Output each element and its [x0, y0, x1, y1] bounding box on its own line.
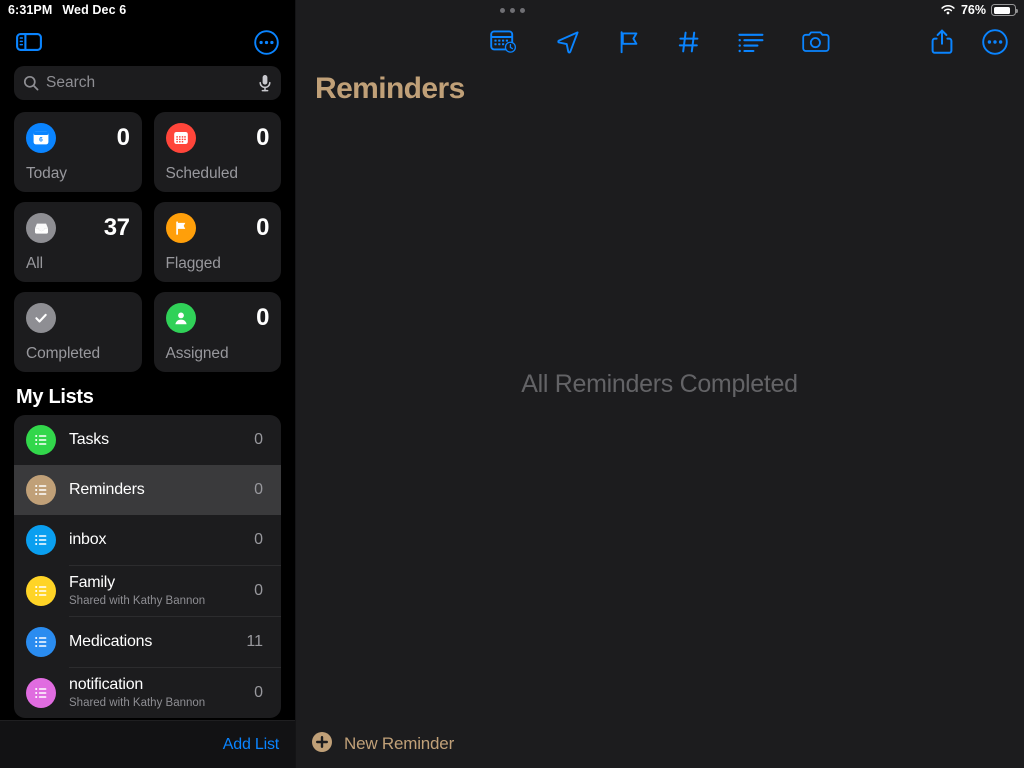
search-placeholder: Search: [46, 74, 96, 91]
list-bullet-icon: [26, 678, 56, 708]
flag-icon: [165, 213, 196, 243]
smart-list-count: 0: [256, 304, 269, 331]
main-content: Reminders All Reminders Completed New Re…: [295, 0, 1024, 768]
new-reminder-label[interactable]: New Reminder: [344, 734, 454, 754]
sidebar: Search 6 0 Today 0 Scheduled 37 All 0 Fl…: [0, 0, 295, 768]
list-item-medications[interactable]: Medications 11: [14, 617, 281, 667]
list-item-count: 0: [254, 582, 263, 599]
plus-circle-icon[interactable]: [311, 731, 333, 758]
list-bullet-icon: [26, 525, 56, 555]
list-bullet-icon: [26, 425, 56, 455]
list-item-reminders[interactable]: Reminders 0: [14, 465, 281, 515]
today-calendar-icon: 6: [26, 123, 56, 153]
smart-list-count: 0: [116, 124, 130, 151]
sidebar-more-options-icon[interactable]: [254, 29, 279, 55]
list-bullet-icon: [26, 576, 56, 606]
sidebar-divider: [295, 0, 296, 768]
list-bullet-icon: [26, 475, 56, 505]
checkmark-icon: [26, 303, 56, 333]
smart-list-label: Today: [26, 165, 67, 182]
smart-list-label: Scheduled: [165, 165, 238, 182]
list-item-count: 0: [254, 431, 263, 448]
list-item-count: 0: [254, 684, 263, 701]
smart-list-flagged[interactable]: 0 Flagged: [153, 202, 281, 282]
status-bar-right: 76%: [940, 3, 1019, 17]
my-lists-card: Tasks 0 Reminders 0 inbox 0 Family Share…: [14, 415, 281, 718]
smart-list-today[interactable]: 6 0 Today: [14, 112, 142, 192]
search-icon: [23, 75, 39, 91]
wifi-icon: [941, 5, 955, 15]
add-list-button[interactable]: Add List: [223, 736, 279, 754]
smart-list-count: 0: [256, 124, 269, 151]
sidebar-header: [0, 20, 295, 64]
smart-lists-grid: 6 0 Today 0 Scheduled 37 All 0 Flagged C…: [0, 100, 295, 372]
list-item-count: 11: [246, 633, 263, 650]
status-bar: 6:31PM Wed Dec 6 76%: [0, 0, 1024, 20]
empty-state-message: All Reminders Completed: [521, 369, 798, 398]
list-item-name: Family: [69, 574, 115, 592]
smart-list-label: Flagged: [165, 255, 221, 272]
list-item-shared-label: Shared with Kathy Bannon: [69, 594, 206, 607]
list-item-shared-label: Shared with Kathy Bannon: [69, 696, 206, 709]
my-lists-heading: My Lists: [16, 386, 94, 408]
smart-list-label: Completed: [26, 345, 101, 362]
battery-percent: 76%: [960, 3, 986, 17]
smart-list-completed[interactable]: Completed: [14, 292, 142, 372]
reminders-app-screen: 6:31PM Wed Dec 6 76% Search 6 0 Today 0 …: [0, 0, 1024, 768]
list-item-tasks[interactable]: Tasks 0: [14, 415, 281, 465]
list-item-name: Reminders: [69, 480, 145, 498]
list-item-name: inbox: [69, 530, 107, 548]
battery-icon: [991, 4, 1019, 16]
multitasking-dots-icon[interactable]: [499, 7, 525, 13]
smart-list-label: All: [26, 255, 43, 272]
smart-list-label: Assigned: [165, 345, 229, 362]
scheduled-calendar-icon: [165, 123, 196, 153]
smart-list-assigned[interactable]: 0 Assigned: [153, 292, 281, 372]
list-item-name: notification: [69, 676, 144, 694]
smart-list-all[interactable]: 37 All: [14, 202, 142, 282]
list-item-notification[interactable]: notification Shared with Kathy Bannon 0: [14, 668, 281, 718]
status-bar-center: [0, 7, 1024, 13]
new-reminder-bar[interactable]: New Reminder: [295, 720, 1024, 768]
smart-list-count: 0: [256, 214, 269, 241]
search-input[interactable]: Search: [14, 66, 281, 100]
search-container: Search: [0, 66, 295, 100]
list-item-inbox[interactable]: inbox 0: [14, 515, 281, 565]
smart-list-count: 37: [103, 214, 130, 241]
sidebar-bottom-bar: Add List: [0, 720, 295, 768]
smart-list-scheduled[interactable]: 0 Scheduled: [153, 112, 281, 192]
list-item-count: 0: [254, 481, 263, 498]
list-item-name: Tasks: [69, 430, 109, 448]
sidebar-toggle-icon[interactable]: [16, 31, 42, 53]
today-day-number: 6: [39, 137, 43, 144]
microphone-icon[interactable]: [258, 74, 272, 92]
list-item-family[interactable]: Family Shared with Kathy Bannon 0: [14, 566, 281, 616]
all-tray-icon: [26, 213, 56, 243]
list-bullet-icon: [26, 627, 56, 657]
list-item-count: 0: [254, 531, 263, 548]
list-item-name: Medications: [69, 632, 153, 650]
person-icon: [165, 303, 196, 333]
